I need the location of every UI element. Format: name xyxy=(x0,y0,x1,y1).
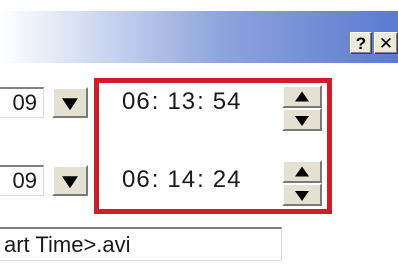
end-time-increment-button[interactable] xyxy=(282,160,322,183)
end-date-field[interactable]: 09 xyxy=(0,165,44,196)
start-time-increment-button[interactable] xyxy=(282,85,322,108)
help-button[interactable]: ? xyxy=(350,32,372,54)
start-minute[interactable]: 13 xyxy=(167,84,196,120)
arrow-down-icon xyxy=(295,190,309,201)
end-time-field[interactable]: 06: 14: 24 xyxy=(122,162,241,198)
end-date-dropdown-button[interactable] xyxy=(52,165,88,196)
arrow-down-icon xyxy=(295,115,309,126)
start-time-spinner xyxy=(282,85,322,131)
end-time-spinner xyxy=(282,160,322,206)
chevron-down-icon xyxy=(62,97,78,110)
start-second[interactable]: 54 xyxy=(213,84,242,120)
end-time-decrement-button[interactable] xyxy=(282,183,322,206)
close-button[interactable]: ✕ xyxy=(374,32,398,54)
chevron-down-icon xyxy=(62,175,78,188)
start-date-field[interactable]: 09 xyxy=(0,87,44,118)
end-second[interactable]: 24 xyxy=(213,162,242,198)
start-time-decrement-button[interactable] xyxy=(282,108,322,131)
dialog-window: ? ✕ 09 06: 13: 54 09 06: 14: 24 art Time>.av… xyxy=(0,0,398,273)
end-minute[interactable]: 14 xyxy=(167,162,196,198)
start-hour[interactable]: 06 xyxy=(122,84,151,120)
start-time-field[interactable]: 06: 13: 54 xyxy=(122,84,241,120)
end-hour[interactable]: 06 xyxy=(122,162,151,198)
start-date-dropdown-button[interactable] xyxy=(52,87,88,118)
time-separator: : xyxy=(151,166,160,193)
time-separator: : xyxy=(151,88,160,115)
arrow-up-icon xyxy=(295,91,309,101)
filename-field[interactable]: art Time>.avi xyxy=(0,227,282,261)
time-separator: : xyxy=(197,88,205,115)
title-bar: ? ✕ xyxy=(0,11,398,63)
time-separator: : xyxy=(197,166,205,193)
arrow-up-icon xyxy=(295,166,309,176)
